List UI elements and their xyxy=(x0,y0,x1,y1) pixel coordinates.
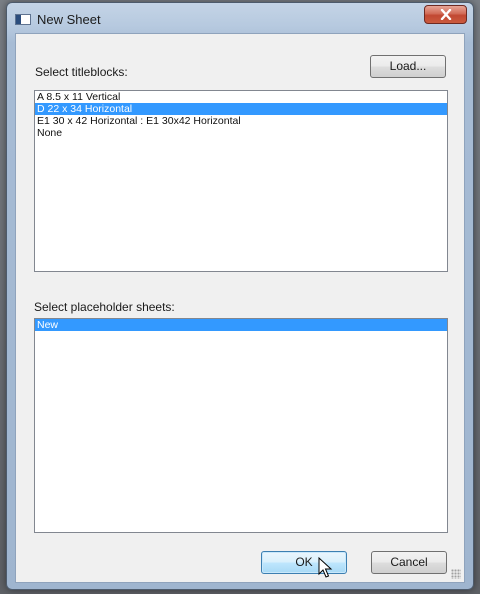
close-button[interactable] xyxy=(424,5,467,24)
cancel-button[interactable]: Cancel xyxy=(371,551,447,574)
list-item[interactable]: D 22 x 34 Horizontal xyxy=(35,103,447,115)
titleblocks-label: Select titleblocks: xyxy=(35,65,128,79)
window-icon xyxy=(15,14,31,25)
dialog-body: Select titleblocks: Load... A 8.5 x 11 V… xyxy=(15,33,465,583)
ok-button[interactable]: OK xyxy=(261,551,347,574)
title-bar[interactable]: New Sheet xyxy=(7,3,473,33)
list-item[interactable]: New xyxy=(35,319,447,331)
list-item[interactable]: E1 30 x 42 Horizontal : E1 30x42 Horizon… xyxy=(35,115,447,127)
new-sheet-dialog: New Sheet Select titleblocks: Load... A … xyxy=(6,2,474,590)
load-button[interactable]: Load... xyxy=(370,55,446,78)
window-title: New Sheet xyxy=(37,12,101,27)
mouse-pointer-icon xyxy=(318,557,333,578)
list-item[interactable]: None xyxy=(35,127,447,139)
placeholder-sheets-list[interactable]: New xyxy=(34,318,448,533)
placeholder-sheets-label: Select placeholder sheets: xyxy=(34,300,175,314)
resize-grip[interactable] xyxy=(451,569,461,579)
list-item[interactable]: A 8.5 x 11 Vertical xyxy=(35,91,447,103)
close-icon xyxy=(440,9,451,20)
titleblocks-list[interactable]: A 8.5 x 11 Vertical D 22 x 34 Horizontal E… xyxy=(34,90,448,272)
